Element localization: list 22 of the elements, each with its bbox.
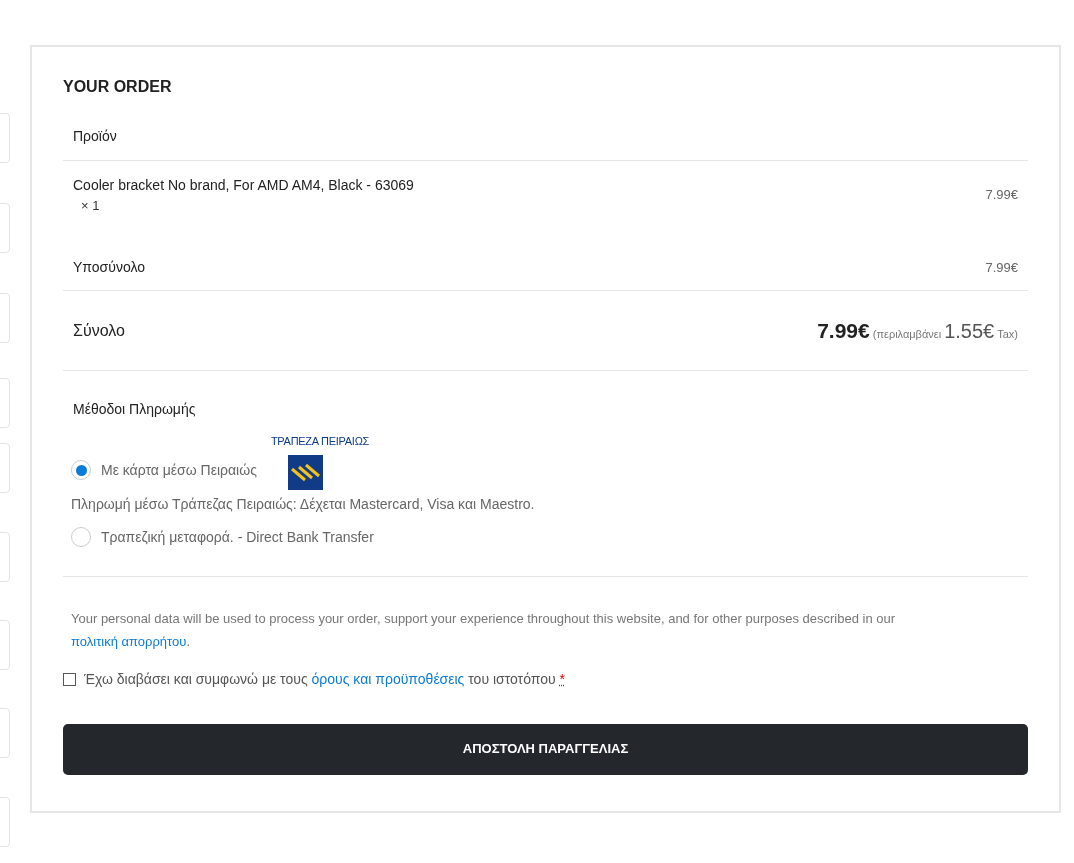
payment-method-description: Πληρωμή μέσω Τράπεζας Πειραιώς: Δέχεται Mastercard, Visa και Maestro.	[71, 494, 536, 514]
total-label: Σύνολο	[73, 320, 125, 341]
payment-method-label[interactable]: Με κάρτα μέσω Πειραιώς	[101, 459, 257, 481]
place-order-button[interactable]: ΑΠΟΣΤΟΛΗ ΠΑΡΑΓΓΕΛΙΑΣ	[63, 723, 1028, 775]
product-name: Cooler bracket No brand, For AMD AM4, Black - 63069	[73, 176, 414, 195]
subtotal-label: Υποσύνολο	[73, 258, 145, 277]
payment-methods-title: Μέθοδοι Πληρωμής	[73, 400, 196, 419]
product-price: 7.99€	[985, 186, 1018, 204]
column-header: Προϊόν	[73, 127, 117, 146]
required-mark: *	[559, 670, 565, 687]
terms-text: Έχω διαβάσει και συμφωνώ με τους όρους και προϋποθέσεις του ιστοτόπου *	[84, 669, 565, 689]
tax-includes-text: (περιλαμβάνει	[872, 326, 942, 342]
order-title: YOUR ORDER	[63, 77, 173, 97]
tax-label: Tax)	[997, 326, 1018, 342]
terms-link[interactable]: όρους και προϋποθέσεις	[311, 670, 465, 687]
bank-logo-text: ΤΡΑΠΕΖΑ ΠΕΙΡΑΙΩΣ	[270, 434, 370, 449]
payment-method-label[interactable]: Τραπεζική μεταφορά. - Direct Bank Transfer	[101, 526, 374, 548]
privacy-notice: Your personal data will be used to process your order, support your experience throughout this website, and for other purposes described in our πολιτική απορρήτου.	[70, 609, 897, 651]
product-quantity: × 1	[81, 197, 101, 215]
subtotal-value: 7.99€	[985, 258, 1018, 277]
total-amount: 7.99€	[817, 317, 870, 344]
tax-amount: 1.55€	[944, 318, 995, 344]
